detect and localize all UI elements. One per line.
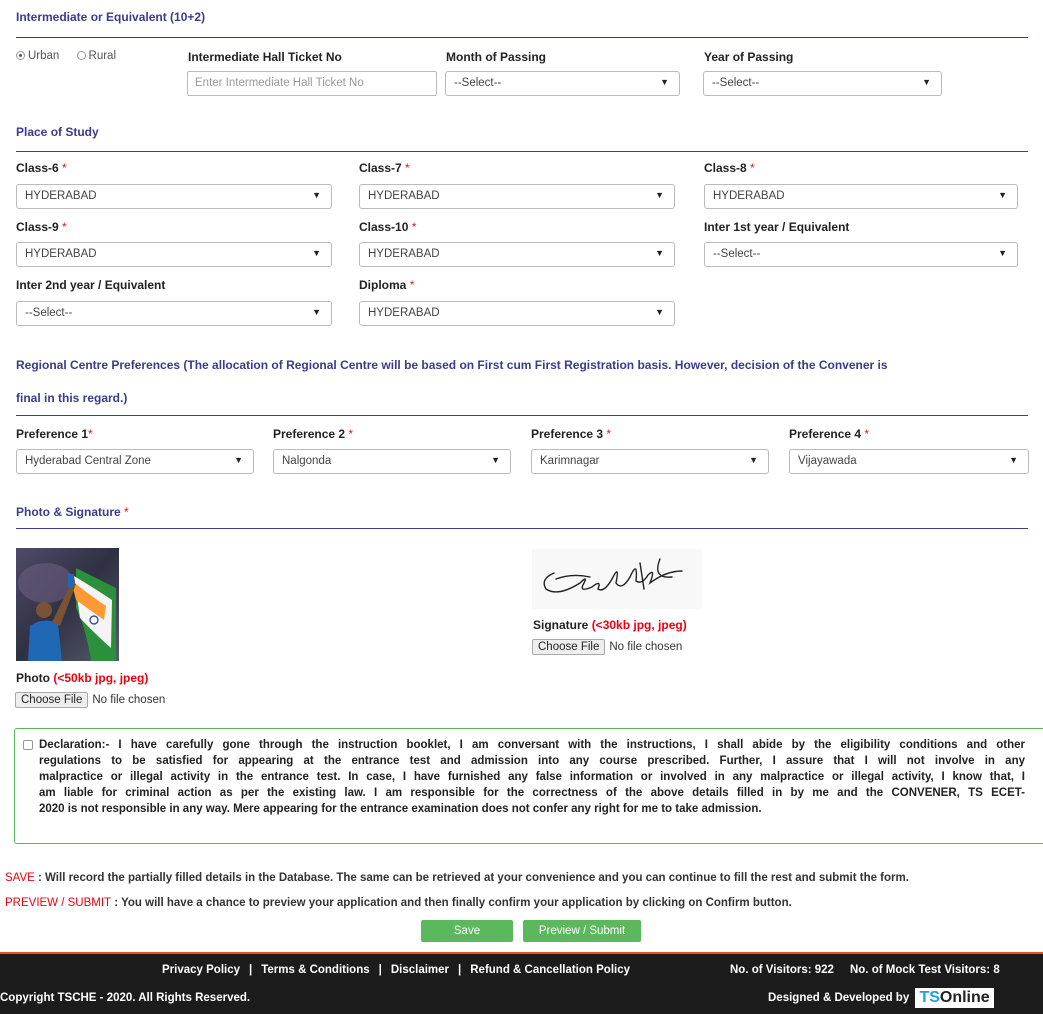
- dropdown-arrow-icon: ▼: [922, 77, 931, 87]
- privacy-policy-link[interactable]: Privacy Policy: [162, 964, 240, 976]
- class-7-select[interactable]: HYDERABAD ▼: [359, 184, 675, 209]
- dropdown-arrow-icon: ▼: [312, 307, 321, 317]
- class-6-select[interactable]: HYDERABAD ▼: [16, 184, 332, 209]
- year-of-passing-select[interactable]: --Select-- ▼: [703, 71, 942, 96]
- inter-1st-year-select[interactable]: --Select-- ▼: [704, 242, 1018, 267]
- declaration-text: Declaration:- I have carefully gone thro…: [39, 739, 1025, 815]
- class-6-label: Class-6 *: [16, 161, 67, 175]
- photo-preview: [16, 548, 119, 661]
- section-divider: [16, 37, 1028, 38]
- dropdown-arrow-icon: ▼: [998, 190, 1007, 200]
- visitor-count: No. of Visitors: 922: [730, 964, 834, 976]
- signature-choose-file-button[interactable]: Choose File: [532, 639, 606, 655]
- preference-1-select[interactable]: Hyderabad Central Zone ▼: [16, 449, 254, 474]
- dropdown-arrow-icon: ▼: [491, 455, 500, 465]
- footer-links: Privacy Policy | Terms & Conditions | Discla…: [162, 964, 630, 976]
- photo-image: [16, 548, 119, 661]
- radio-urban[interactable]: Urban: [16, 50, 59, 62]
- section-divider: [16, 415, 1028, 416]
- year-of-passing-label: Year of Passing: [704, 50, 794, 64]
- photo-label: Photo (<50kb jpg, jpeg): [16, 671, 149, 685]
- class-8-select[interactable]: HYDERABAD ▼: [704, 184, 1018, 209]
- class-9-label: Class-9 *: [16, 220, 67, 234]
- preference-4-select[interactable]: Vijayawada ▼: [789, 449, 1029, 474]
- dropdown-arrow-icon: ▼: [749, 455, 758, 465]
- preview-note: PREVIEW / SUBMIT : You will have a chanc…: [5, 897, 792, 909]
- declaration-box: Declaration:- I have carefully gone thro…: [14, 728, 1043, 844]
- diploma-select[interactable]: HYDERABAD ▼: [359, 301, 675, 326]
- disclaimer-link[interactable]: Disclaimer: [391, 964, 449, 976]
- signature-image: [532, 549, 702, 609]
- signature-file-picker: Choose File No file chosen: [532, 639, 682, 655]
- signature-file-status: No file chosen: [609, 641, 683, 653]
- declaration-checkbox[interactable]: [23, 740, 33, 750]
- dropdown-arrow-icon: ▼: [655, 307, 664, 317]
- section-title-photo-signature: Photo & Signature *: [16, 505, 129, 519]
- radio-checked-icon: [16, 51, 25, 60]
- dropdown-arrow-icon: ▼: [998, 248, 1007, 258]
- preference-3-label: Preference 3 *: [531, 427, 612, 441]
- class-7-label: Class-7 *: [359, 161, 410, 175]
- class-10-select[interactable]: HYDERABAD ▼: [359, 242, 675, 267]
- radio-unchecked-icon: [76, 51, 86, 60]
- hall-ticket-label: Intermediate Hall Ticket No: [188, 50, 342, 64]
- dropdown-arrow-icon: ▼: [655, 248, 664, 258]
- tsonline-logo[interactable]: TSOnline: [915, 988, 994, 1008]
- photo-file-status: No file chosen: [92, 694, 166, 706]
- refund-policy-link[interactable]: Refund & Cancellation Policy: [470, 964, 630, 976]
- inter-2nd-year-label: Inter 2nd year / Equivalent: [16, 278, 166, 292]
- visitor-counts: No. of Visitors: 922 No. of Mock Test Vis…: [730, 964, 1000, 976]
- section-title-regional-preferences: Regional Centre Preferences (The allocat…: [16, 358, 888, 372]
- save-button[interactable]: Save: [421, 920, 513, 942]
- class-8-label: Class-8 *: [704, 161, 755, 175]
- dropdown-arrow-icon: ▼: [660, 77, 669, 87]
- signature-label: Signature (<30kb jpg, jpeg): [533, 618, 687, 632]
- preference-3-select[interactable]: Karimnagar ▼: [531, 449, 769, 474]
- preview-submit-button[interactable]: Preview / Submit: [523, 920, 641, 942]
- inter-1st-year-label: Inter 1st year / Equivalent: [704, 220, 850, 234]
- dropdown-arrow-icon: ▼: [1009, 455, 1018, 465]
- copyright-text: Copyright TSCHE - 2020. All Rights Reser…: [0, 992, 251, 1004]
- radio-rural[interactable]: Rural: [76, 50, 116, 62]
- diploma-label: Diploma *: [359, 278, 415, 292]
- class-10-label: Class-10 *: [359, 220, 417, 234]
- terms-conditions-link[interactable]: Terms & Conditions: [261, 964, 369, 976]
- dropdown-arrow-icon: ▼: [312, 248, 321, 258]
- footer-top-border: [0, 952, 1043, 954]
- section-divider: [16, 528, 1028, 529]
- photo-choose-file-button[interactable]: Choose File: [15, 692, 89, 708]
- signature-preview: [532, 549, 702, 609]
- section-divider: [16, 151, 1028, 152]
- footer: Privacy Policy | Terms & Conditions | Discla…: [0, 952, 1043, 1014]
- dropdown-arrow-icon: ▼: [234, 455, 243, 465]
- save-note: SAVE : Will record the partially filled …: [5, 872, 909, 884]
- preference-2-label: Preference 2 *: [273, 427, 354, 441]
- dropdown-arrow-icon: ▼: [312, 190, 321, 200]
- hall-ticket-input[interactable]: Enter Intermediate Hall Ticket No: [187, 71, 437, 96]
- dropdown-arrow-icon: ▼: [655, 190, 664, 200]
- section-title-intermediate: Intermediate or Equivalent (10+2): [16, 10, 206, 24]
- section-title-place-of-study: Place of Study: [16, 125, 99, 139]
- month-of-passing-select[interactable]: --Select-- ▼: [445, 71, 680, 96]
- preference-1-label: Preference 1*: [16, 427, 93, 441]
- mock-visitor-count: No. of Mock Test Visitors: 8: [849, 964, 1000, 976]
- preference-2-select[interactable]: Nalgonda ▼: [273, 449, 511, 474]
- section-title-regional-preferences-cont: final in this regard.): [16, 391, 128, 405]
- designed-by: Designed & Developed by TSOnline: [768, 988, 994, 1010]
- preference-4-label: Preference 4 *: [789, 427, 870, 441]
- photo-file-picker: Choose File No file chosen: [15, 692, 165, 708]
- month-of-passing-label: Month of Passing: [446, 50, 546, 64]
- inter-2nd-year-select[interactable]: --Select-- ▼: [16, 301, 332, 326]
- class-9-select[interactable]: HYDERABAD ▼: [16, 242, 332, 267]
- area-radio-group: Urban Rural: [16, 50, 116, 62]
